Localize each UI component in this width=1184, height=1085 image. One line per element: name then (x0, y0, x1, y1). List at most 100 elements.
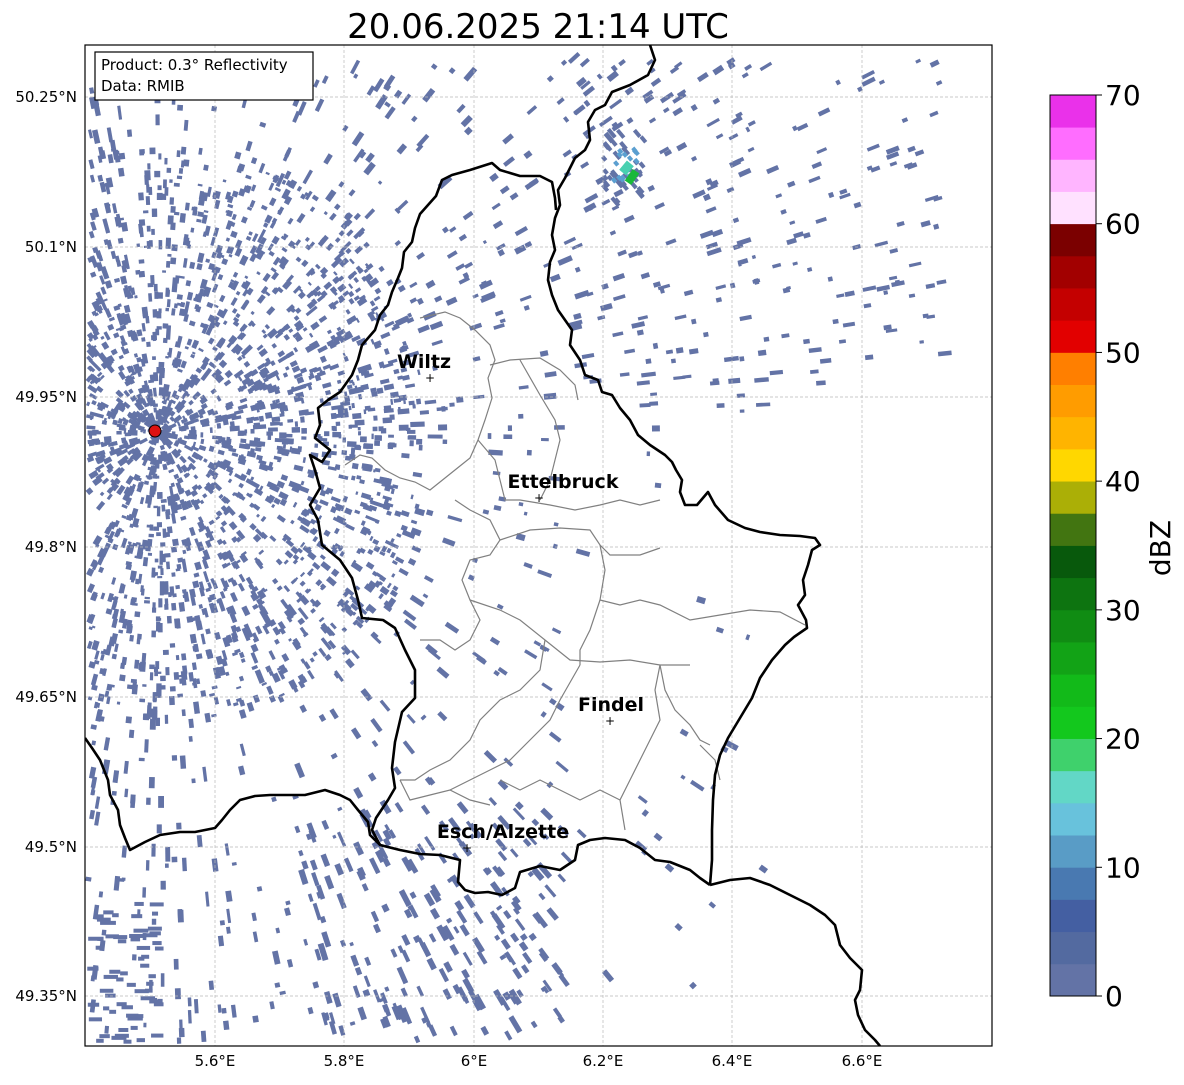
radar-echo (416, 438, 423, 445)
radar-echo (406, 429, 416, 434)
colorbar-segment (1050, 127, 1096, 160)
radar-echo (222, 1020, 230, 1031)
radar-echo (330, 412, 337, 420)
radar-echo (154, 291, 159, 299)
radar-echo (148, 776, 155, 789)
radar-echo (162, 395, 166, 400)
radar-echo (116, 431, 122, 435)
radar-echo (294, 421, 299, 427)
radar-echo (410, 421, 425, 428)
colorbar-segment (1050, 384, 1096, 418)
radar-echo (147, 926, 162, 931)
radar-echo (181, 709, 186, 717)
radar-echo (267, 435, 272, 441)
radar-echo (291, 447, 301, 455)
radar-echo (270, 421, 281, 426)
radar-echo (165, 509, 171, 516)
colorbar-segment (1050, 352, 1096, 386)
radar-echo (374, 435, 382, 441)
radar-echo (162, 270, 167, 273)
city-label: Findel (578, 694, 644, 716)
colorbar-segment (1050, 223, 1096, 257)
radar-echo (153, 283, 158, 292)
colorbar-tick-label: 40 (1105, 465, 1141, 498)
radar-echo (148, 293, 153, 302)
colorbar-segment (1050, 545, 1096, 579)
radar-echo (176, 175, 183, 180)
radar-echo (182, 665, 188, 674)
radar-echo (88, 936, 104, 941)
radar-echo (142, 684, 147, 687)
radar-echo (153, 1002, 164, 1007)
radar-echo (376, 387, 384, 395)
radar-echo (151, 918, 157, 925)
radar-echo (169, 695, 175, 706)
radar-echo (158, 153, 162, 160)
radar-echo (158, 796, 165, 808)
radar-echo (152, 403, 158, 407)
radar-echo (130, 1025, 138, 1030)
radar-echo (757, 349, 767, 357)
radar-echo (104, 1025, 110, 1034)
radar-echo (179, 755, 187, 769)
lon-tick-label: 6°E (461, 1052, 488, 1070)
latitude-axis: 50.25°N 50.1°N 49.95°N 49.8°N 49.65°N 49.5°N 4… (15, 88, 77, 1005)
radar-echo (134, 659, 140, 669)
radar-echo (645, 358, 652, 365)
radar-echo (183, 159, 190, 167)
radar-echo (153, 407, 158, 413)
radar-echo (216, 423, 222, 429)
colorbar-tick-label: 0 (1105, 980, 1123, 1013)
radar-echo (919, 340, 924, 344)
radar-echo (279, 422, 283, 426)
radar-echo (103, 974, 118, 979)
radar-echo (165, 667, 170, 676)
radar-echo (156, 532, 161, 537)
radar-echo (154, 946, 164, 951)
radar-echo (87, 966, 99, 971)
colorbar-segment (1050, 867, 1096, 900)
radar-echo (543, 392, 557, 400)
radar-echo (111, 653, 117, 660)
radar-echo (161, 504, 166, 512)
radar-echo (100, 920, 116, 925)
radar-echo (300, 416, 305, 423)
radar-echo (146, 797, 151, 805)
radar-echo (314, 443, 319, 448)
radar-echo (176, 822, 182, 830)
radar-echo (203, 164, 209, 171)
radar-echo (371, 433, 374, 440)
lon-tick-label: 6.2°E (583, 1052, 624, 1070)
radar-echo (166, 299, 171, 308)
radar-echo (412, 404, 416, 409)
radar-echo (117, 939, 127, 944)
radar-echo (409, 440, 414, 447)
radar-echo (140, 963, 150, 968)
colorbar-segment (1050, 963, 1096, 997)
radar-echo (152, 309, 158, 318)
radar-echo (166, 167, 172, 173)
colorbar-segment (1050, 609, 1096, 643)
radar-echo (111, 1035, 127, 1040)
radar-echo (554, 425, 565, 430)
map-area: +Wiltz+Ettelbruck+Findel+Esch/Alzette Pr… (85, 45, 992, 1046)
radar-echo (126, 1013, 139, 1018)
radar-echo (143, 210, 149, 214)
radar-echo (195, 653, 203, 660)
radar-echo (151, 1033, 164, 1038)
info-box: Product: 0.3° Reflectivity Data: RMIB (94, 51, 314, 101)
radar-echo (152, 331, 157, 342)
city-marker: + (605, 714, 615, 728)
radar-echo (922, 313, 929, 319)
radar-echo (191, 428, 195, 434)
colorbar-segment (1050, 738, 1096, 772)
radar-echo (200, 690, 207, 698)
radar-echo (116, 701, 121, 705)
radar-echo (739, 409, 745, 413)
radar-echo (348, 424, 352, 429)
radar-echo (134, 611, 141, 618)
radar-echo (151, 208, 158, 217)
colorbar-label: dBZ (1144, 520, 1177, 576)
colorbar-segment (1050, 899, 1096, 933)
radar-echo (136, 243, 141, 248)
